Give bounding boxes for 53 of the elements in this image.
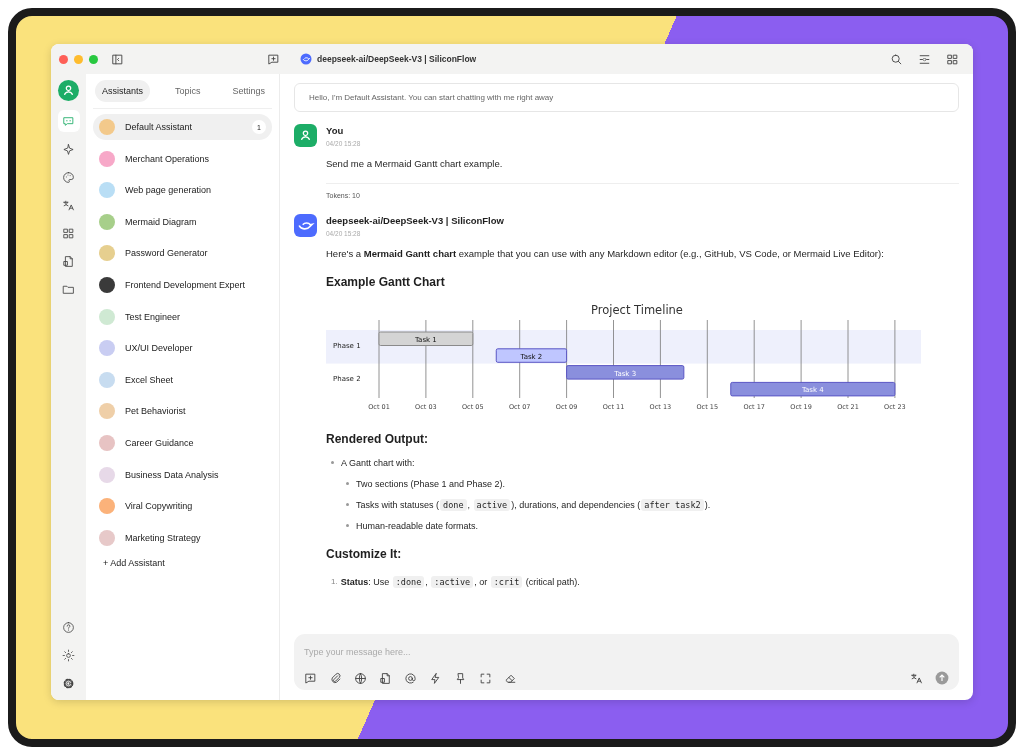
translate-icon[interactable] — [910, 671, 923, 685]
message-author: You — [326, 125, 345, 136]
assistant-item[interactable]: Test Engineer — [93, 303, 272, 330]
pin-icon[interactable] — [454, 671, 467, 685]
globe-icon[interactable] — [354, 671, 367, 685]
assistant-item[interactable]: Merchant Operations — [93, 145, 272, 172]
chart-title: Project Timeline — [591, 303, 683, 317]
add-assistant-button[interactable]: + Add Assistant — [103, 558, 165, 569]
paperclip-icon[interactable] — [329, 671, 342, 685]
sidebar-toggle-icon[interactable] — [111, 52, 124, 66]
assistant-item[interactable]: Frontend Development Expert — [93, 271, 272, 298]
assistant-item[interactable]: Mermaid Diagram — [93, 208, 272, 235]
section-heading: Example Gantt Chart — [326, 275, 446, 289]
assistant-item[interactable]: Excel Sheet — [93, 366, 272, 393]
close-button[interactable] — [59, 54, 68, 64]
search-icon[interactable] — [890, 52, 903, 66]
assistant-item[interactable]: Marketing Strategy — [93, 524, 272, 551]
sun-icon[interactable] — [62, 649, 75, 662]
grid-icon[interactable] — [946, 52, 959, 66]
assistant-item[interactable]: Business Data Analysis — [93, 461, 272, 488]
list-item-text: Status: Use :done , :active , or :crit (critical path). — [340, 576, 580, 587]
list-item-text: Tasks with statuses ( done , active ), durations, and dependencies ( after task2 ). — [356, 499, 711, 510]
list-item-text: Human-readable date formats. — [356, 520, 479, 531]
message-author: deepseek-ai/DeepSeek-V3 | SiliconFlow — [326, 215, 504, 226]
sidebar-tab[interactable]: Settings — [225, 80, 273, 102]
assistant-item[interactable]: Career Guidance — [93, 429, 272, 456]
list-item-text: A Gantt chart with: — [341, 457, 415, 468]
assistant-item[interactable]: UX/UI Developer — [93, 335, 272, 362]
window-title: deepseek-ai/DeepSeek-V3 | SiliconFlow — [317, 54, 477, 64]
list-item-text: Two sections (Phase 1 and Phase 2). — [356, 478, 506, 489]
greeting-message: Hello, I'm Default Assistant. You can start chatting with me right away — [294, 83, 959, 112]
list-number: 1. — [331, 577, 338, 586]
expand-icon[interactable] — [479, 671, 492, 685]
assistant-item[interactable]: Pet Behaviorist — [93, 398, 272, 425]
message-text: Send me a Mermaid Gantt chart example. — [326, 157, 504, 170]
at-sign-icon[interactable] — [404, 671, 417, 685]
assistant-item[interactable]: Viral Copywriting — [93, 493, 272, 520]
new-topic-icon[interactable] — [267, 52, 280, 66]
user-avatar-icon[interactable] — [58, 80, 79, 101]
send-button[interactable] — [935, 671, 949, 685]
help-icon[interactable] — [62, 621, 75, 634]
sidebar-tab[interactable]: Assistants — [95, 80, 150, 102]
assistant-item[interactable]: Password Generator — [93, 240, 272, 267]
sidebar-tab[interactable]: Topics — [168, 80, 208, 102]
section-heading: Rendered Output: — [326, 432, 429, 446]
message-input[interactable]: Type your message here... — [304, 647, 949, 657]
lightning-icon[interactable] — [429, 671, 442, 685]
document-icon[interactable] — [379, 671, 392, 685]
user-avatar-icon — [294, 124, 317, 147]
section-heading: Customize It: — [326, 547, 403, 561]
assistant-item[interactable]: Web page generation — [93, 177, 272, 204]
message-text: Here's a Mermaid Gantt chart example that you can use with any Markdown editor (e.g., GitHub, VS Code, or Mermaid Live Editor): — [326, 247, 885, 260]
new-topic-icon[interactable] — [304, 671, 317, 685]
